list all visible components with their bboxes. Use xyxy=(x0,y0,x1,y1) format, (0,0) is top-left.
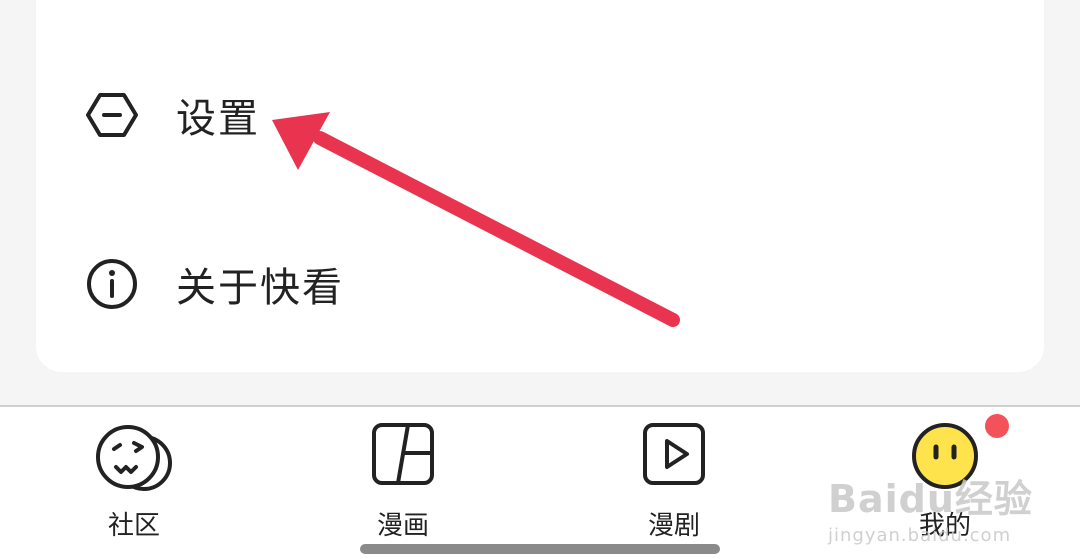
tab-comics[interactable]: 漫画 xyxy=(323,407,483,547)
about-label: 关于快看 xyxy=(176,265,344,311)
comic-panels-icon xyxy=(370,421,436,491)
home-indicator[interactable] xyxy=(360,544,720,554)
watermark-sub: jingyan.baidu.com xyxy=(828,525,1012,546)
watermark-main: Baidu经验 xyxy=(828,477,1033,521)
tab-comics-label: 漫画 xyxy=(376,511,429,541)
tab-community-label: 社区 xyxy=(107,511,160,541)
tab-drama-label: 漫剧 xyxy=(647,511,700,541)
play-square-icon xyxy=(641,421,707,491)
menu-item-about[interactable]: 关于快看 xyxy=(84,244,344,324)
hexagon-minus-icon xyxy=(84,87,140,143)
settings-label: 设置 xyxy=(176,96,260,142)
tab-drama[interactable]: 漫剧 xyxy=(594,407,754,547)
menu-item-settings[interactable]: 设置 xyxy=(84,75,260,155)
notification-badge xyxy=(985,414,1009,438)
watermark: Baidu经验 jingyan.baidu.com xyxy=(828,468,1033,546)
app-screen: 设置 关于快看 社区 漫画 漫剧 我的 Baidu经验 jingyan.baid… xyxy=(0,0,1080,559)
tab-community[interactable]: 社区 xyxy=(54,407,214,547)
menu-card: 设置 关于快看 xyxy=(36,0,1044,372)
community-face-icon xyxy=(92,421,176,499)
info-circle-icon xyxy=(84,256,140,312)
